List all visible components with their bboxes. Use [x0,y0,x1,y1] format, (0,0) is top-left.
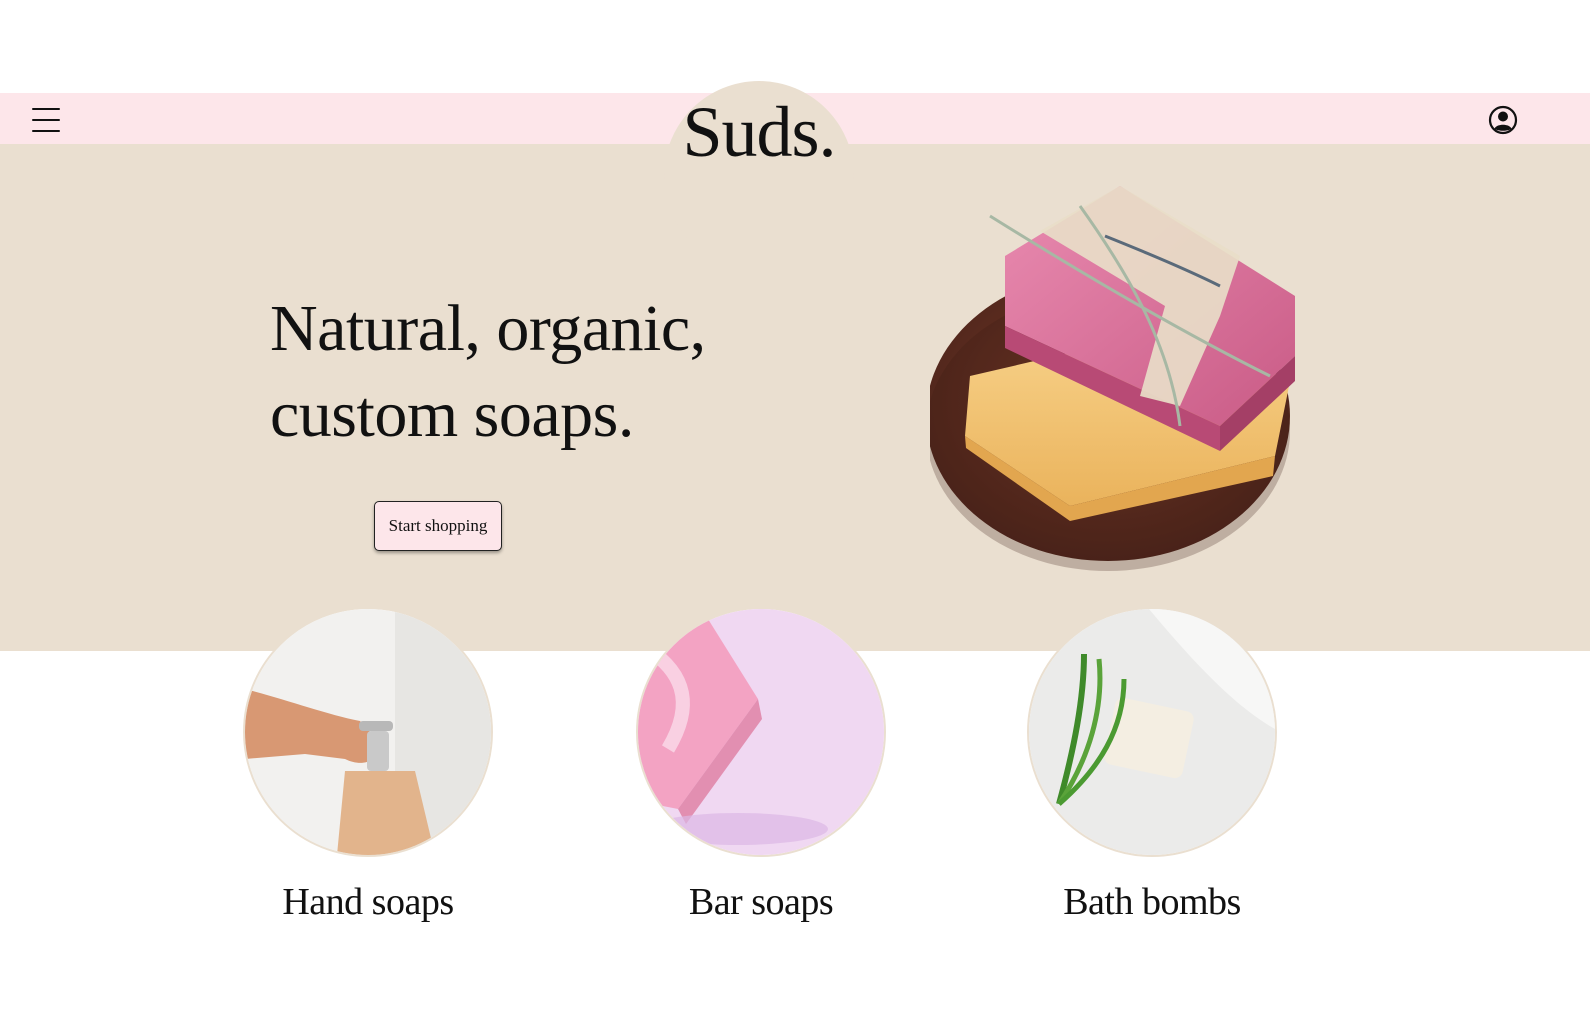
hero-headline-line-2: custom soaps. [270,378,634,451]
category-card-hand-soaps[interactable]: Hand soaps [243,607,493,937]
category-card-bar-soaps[interactable]: Bar soaps [636,607,886,937]
category-image-bath-bombs [1027,607,1277,857]
hero-headline-line-1: Natural, organic, [270,292,706,365]
brand-logo[interactable]: Suds. [664,92,854,172]
hero-headline: Natural, organic, custom soaps. [270,286,790,458]
hamburger-menu-icon[interactable] [32,108,60,132]
category-label: Bar soaps [688,881,834,923]
category-image-bar-soaps [636,607,886,857]
hero-soap-image [930,186,1295,571]
start-shopping-button[interactable]: Start shopping [374,501,502,551]
category-image-hand-soaps [243,607,493,857]
user-circle-icon[interactable] [1488,105,1518,135]
category-label: Hand soaps [282,881,454,923]
category-card-bath-bombs[interactable]: Bath bombs [1027,607,1277,937]
category-label: Bath bombs [1063,881,1241,923]
